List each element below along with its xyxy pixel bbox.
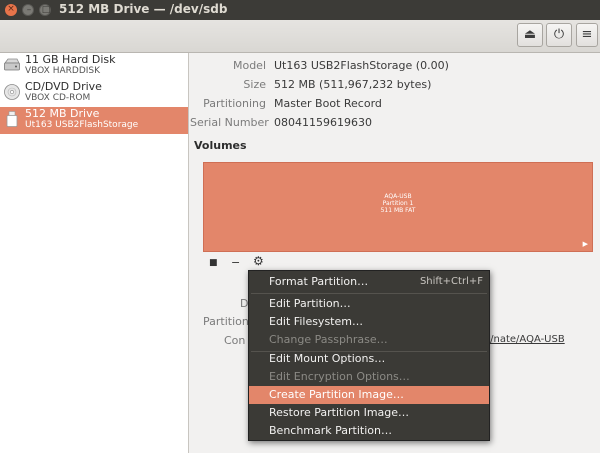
volume-partition-1[interactable]: AQA-USB Partition 1 511 MB FAT ▶ bbox=[203, 162, 593, 252]
serial-number-value: 08041159619630 bbox=[274, 116, 372, 129]
device-model: VBOX HARDDISK bbox=[25, 66, 101, 76]
maximize-icon: □ bbox=[41, 5, 51, 15]
menu-item-label: Edit Partition… bbox=[269, 297, 351, 310]
serial-number-label: Serial Number bbox=[190, 116, 269, 129]
power-icon: ⏻ bbox=[553, 27, 565, 42]
contents-label-partial: Con bbox=[224, 334, 246, 347]
power-off-button[interactable]: ⏻ bbox=[546, 23, 572, 47]
model-value: Ut163 USB2FlashStorage (0.00) bbox=[274, 59, 449, 72]
menu-item-edit-partition[interactable]: Edit Partition… bbox=[249, 295, 489, 313]
size-value: 512 MB (511,967,232 bytes) bbox=[274, 78, 432, 91]
mount-path-link[interactable]: a/nate/AQA-USB bbox=[484, 334, 565, 345]
menu-item-restore-partition-image[interactable]: Restore Partition Image… bbox=[249, 404, 489, 422]
menu-item-benchmark-partition[interactable]: Benchmark Partition… bbox=[249, 422, 489, 440]
delete-partition-button[interactable]: − bbox=[231, 256, 240, 269]
sidebar-item-cd-dvd-drive[interactable]: CD/DVD Drive VBOX CD-ROM bbox=[0, 80, 188, 107]
eject-icon: ⏏ bbox=[523, 27, 537, 42]
window-minimize-button[interactable]: – bbox=[22, 4, 34, 16]
close-icon: × bbox=[7, 4, 15, 14]
menu-item-label: Create Partition Image… bbox=[269, 388, 404, 401]
volume-size-type: 511 MB FAT bbox=[380, 207, 416, 214]
partitioning-value: Master Boot Record bbox=[274, 97, 382, 110]
optical-disc-icon bbox=[4, 84, 20, 100]
device-sidebar: 11 GB Hard Disk VBOX HARDDISK CD/DVD Dri… bbox=[0, 53, 189, 453]
menu-item-label: Benchmark Partition… bbox=[269, 424, 392, 437]
menu-item-format-partition[interactable]: Format Partition… Shift+Ctrl+F bbox=[249, 273, 489, 291]
hard-disk-icon bbox=[4, 58, 20, 71]
menu-item-shortcut: Shift+Ctrl+F bbox=[419, 276, 483, 287]
menu-item-label: Edit Filesystem… bbox=[269, 315, 363, 328]
volume-partition-number: Partition 1 bbox=[382, 200, 414, 207]
title-bar: × – □ 512 MB Drive — /dev/sdb bbox=[0, 0, 600, 20]
menu-item-edit-encryption-options: Edit Encryption Options… bbox=[249, 368, 489, 386]
gear-icon[interactable]: ⚙ bbox=[253, 254, 264, 268]
model-label: Model bbox=[232, 59, 266, 72]
device-name: CD/DVD Drive bbox=[25, 80, 102, 93]
header-bar: ⏏ ⏻ ≡ bbox=[0, 20, 600, 53]
partition-label-partial: Partition bbox=[203, 315, 249, 328]
volume-label: AQA-USB Partition 1 511 MB FAT bbox=[204, 193, 592, 214]
drive-menu-button[interactable]: ≡ bbox=[576, 23, 598, 47]
usb-drive-icon bbox=[6, 111, 18, 127]
volume-name: AQA-USB bbox=[384, 193, 412, 200]
volumes-heading: Volumes bbox=[194, 139, 247, 152]
menu-item-create-partition-image[interactable]: Create Partition Image… bbox=[249, 386, 489, 404]
menu-item-label: Restore Partition Image… bbox=[269, 406, 410, 419]
menu-item-label: Change Passphrase… bbox=[269, 333, 388, 346]
mount-play-icon[interactable]: ▶ bbox=[583, 240, 588, 248]
menu-item-edit-mount-options[interactable]: Edit Mount Options… bbox=[249, 350, 489, 368]
menu-separator bbox=[251, 293, 487, 294]
window-close-button[interactable]: × bbox=[5, 4, 17, 16]
unmount-stop-button[interactable]: ■ bbox=[209, 258, 218, 268]
menu-item-edit-filesystem[interactable]: Edit Filesystem… bbox=[249, 313, 489, 331]
device-model: VBOX CD-ROM bbox=[25, 93, 91, 103]
partitioning-label: Partitioning bbox=[203, 97, 266, 110]
device-name: 512 MB Drive bbox=[25, 107, 100, 120]
hamburger-menu-icon: ≡ bbox=[581, 27, 593, 42]
disks-window: × – □ 512 MB Drive — /dev/sdb ⏏ ⏻ ≡ 11 G… bbox=[0, 0, 600, 453]
sidebar-item-hard-disk[interactable]: 11 GB Hard Disk VBOX HARDDISK bbox=[0, 53, 188, 80]
window-maximize-button[interactable]: □ bbox=[39, 4, 51, 16]
size-label: Size bbox=[243, 78, 266, 91]
minimize-icon: – bbox=[26, 5, 32, 15]
device-model: Ut163 USB2FlashStorage bbox=[25, 120, 139, 130]
eject-button[interactable]: ⏏ bbox=[517, 23, 543, 47]
menu-item-label: Format Partition… bbox=[269, 275, 369, 288]
window-title: 512 MB Drive — /dev/sdb bbox=[59, 2, 228, 16]
sidebar-item-usb-drive[interactable]: 512 MB Drive Ut163 USB2FlashStorage bbox=[0, 107, 188, 134]
menu-item-label: Edit Mount Options… bbox=[269, 352, 386, 365]
menu-item-change-passphrase: Change Passphrase… bbox=[249, 331, 489, 349]
partition-options-menu: Format Partition… Shift+Ctrl+F Edit Part… bbox=[248, 270, 490, 441]
menu-item-label: Edit Encryption Options… bbox=[269, 370, 410, 383]
device-name: 11 GB Hard Disk bbox=[25, 53, 116, 66]
